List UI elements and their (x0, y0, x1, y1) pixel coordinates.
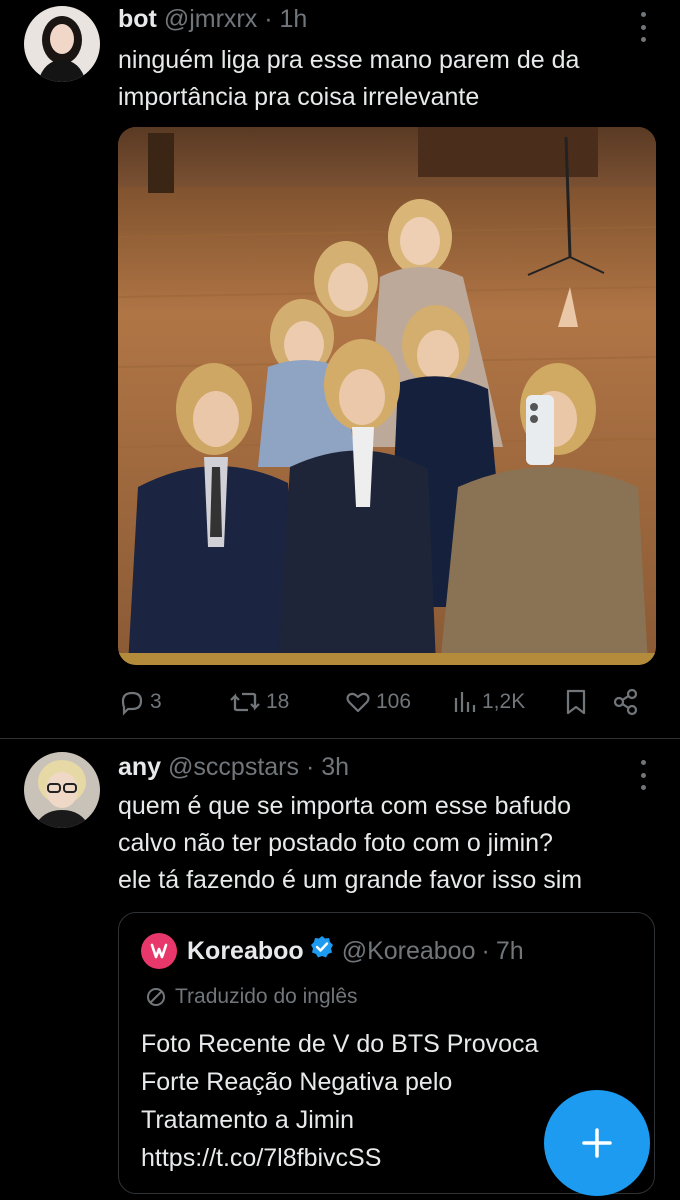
quoted-text-line: Forte Reação Negativa pelo (141, 1068, 453, 1096)
tweet-text-line: ninguém liga pra esse mano parem de da (118, 46, 580, 74)
like-count: 106 (376, 690, 412, 713)
compose-button[interactable] (544, 1090, 650, 1196)
quoted-link[interactable]: https://t.co/7l8fbivcSS (141, 1139, 538, 1177)
verified-icon (310, 933, 334, 969)
tweet-header: any @sccpstars · 3h (118, 750, 349, 784)
views-count: 1,2K (482, 690, 526, 713)
tweet-text: quem é que se importa com esse bafudo ca… (118, 788, 582, 899)
more-options-icon[interactable] (636, 760, 650, 790)
tweet-text-line: ele tá fazendo é um grande favor isso si… (118, 866, 583, 894)
retweet-button[interactable]: 18 (228, 682, 289, 722)
views-button[interactable]: 1,2K (452, 682, 525, 722)
more-options-icon[interactable] (636, 12, 650, 42)
koreaboo-logo (141, 933, 177, 969)
separator-dot: · (481, 937, 490, 965)
tweet-action-bar: 3 18 106 1,2K (118, 682, 648, 722)
tweet-text: ninguém liga pra esse mano parem de da i… (118, 42, 579, 116)
author-name[interactable]: bot (118, 5, 157, 33)
bookmark-button[interactable] (564, 682, 588, 722)
bookmark-icon (566, 689, 586, 715)
tweet-divider (0, 738, 680, 739)
quoted-tweet-header: Koreaboo @Koreaboo · 7h (187, 933, 524, 969)
translate-icon (147, 988, 165, 1006)
timestamp[interactable]: 3h (321, 753, 349, 781)
separator-dot: · (305, 753, 315, 781)
tweet-text-line: calvo não ter postado foto com o jimin? (118, 829, 553, 857)
separator-dot: · (264, 5, 273, 33)
share-icon (613, 688, 638, 716)
translated-label: Traduzido do inglês (175, 985, 358, 1008)
author-name[interactable]: any (118, 753, 161, 781)
share-button[interactable] (612, 682, 640, 722)
like-button[interactable]: 106 (344, 682, 411, 722)
retweet-icon (230, 692, 260, 712)
tweet-header: bot @jmrxrx · 1h (118, 2, 307, 36)
tweet-photo[interactable] (118, 127, 656, 665)
quoted-author-name[interactable]: Koreaboo (187, 933, 304, 969)
avatar[interactable] (24, 6, 100, 82)
quoted-text-line: Tratamento a Jimin (141, 1106, 355, 1134)
translated-indicator[interactable]: Traduzido do inglês (145, 985, 358, 1009)
quoted-text-line: Foto Recente de V do BTS Provoca (141, 1030, 539, 1058)
reply-icon (121, 691, 143, 716)
reply-count: 3 (150, 690, 162, 713)
author-handle[interactable]: @jmrxrx (164, 5, 257, 33)
author-handle[interactable]: @sccpstars (168, 753, 299, 781)
tweet-text-line: quem é que se importa com esse bafudo (118, 792, 572, 820)
plus-icon (582, 1128, 612, 1158)
views-icon (454, 692, 476, 712)
timestamp[interactable]: 1h (279, 5, 307, 33)
like-icon (346, 692, 370, 713)
retweet-count: 18 (266, 690, 290, 713)
avatar[interactable] (24, 752, 100, 828)
quoted-author-handle[interactable]: @Koreaboo (342, 933, 476, 969)
quoted-timestamp[interactable]: 7h (496, 933, 524, 969)
quoted-tweet-text: Foto Recente de V do BTS Provoca Forte R… (141, 1025, 538, 1177)
tweet-text-line: importância pra coisa irrelevante (118, 83, 480, 111)
reply-button[interactable]: 3 (118, 682, 162, 722)
